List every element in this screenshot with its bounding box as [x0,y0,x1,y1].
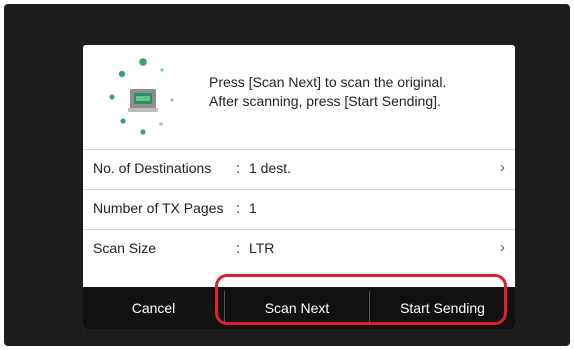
instruction-message: Press [Scan Next] to scan the original. … [209,73,509,111]
row-value: LTR [249,240,275,256]
scanning-progress-icon [109,58,174,135]
cancel-button[interactable]: Cancel [83,287,224,329]
message-line-1: Press [Scan Next] to scan the original. [209,74,447,90]
row-colon: : [236,200,240,216]
row-label: Number of TX Pages [93,200,224,216]
chevron-right-icon: › [500,159,505,176]
row-no-of-destinations[interactable]: No. of Destinations : 1 dest. › [83,149,515,189]
row-label: Scan Size [93,240,157,256]
highlight-outline [215,274,507,325]
row-colon: : [236,240,240,256]
row-value: 1 [249,200,257,216]
message-line-2: After scanning, press [Start Sending]. [209,93,441,109]
row-number-of-tx-pages: Number of TX Pages : 1 [83,189,515,229]
row-scan-size[interactable]: Scan Size : LTR › [83,229,515,269]
chevron-right-icon: › [500,239,505,256]
row-label: No. of Destinations [93,160,212,176]
row-value: 1 dest. [249,160,292,176]
message-area: Press [Scan Next] to scan the original. … [83,45,515,149]
row-colon: : [236,160,240,176]
